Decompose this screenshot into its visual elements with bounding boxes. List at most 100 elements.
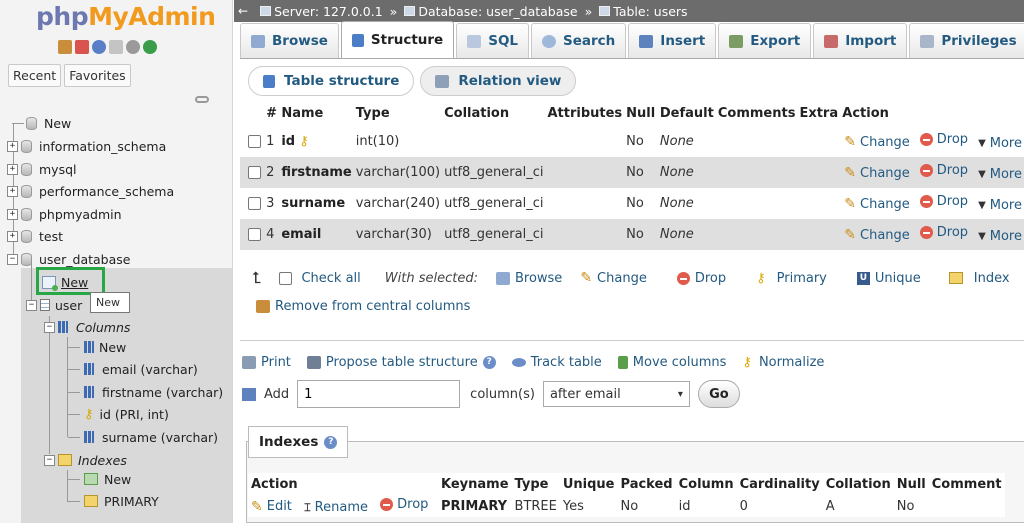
tab-search[interactable]: Search: [531, 23, 627, 58]
table-row: 3 surname varchar(240) utf8_general_ci No Non…: [240, 188, 1024, 219]
track-table-button[interactable]: Track table: [511, 355, 602, 370]
tree-indexes-folder[interactable]: − Indexes: [44, 450, 127, 470]
more-button[interactable]: ▼ More: [978, 136, 1022, 151]
drop-button[interactable]: Drop: [919, 225, 968, 240]
tab-browse[interactable]: Browse: [240, 23, 339, 58]
tree-column-surname[interactable]: surname (varchar): [68, 427, 218, 447]
go-button[interactable]: Go: [697, 380, 740, 408]
tree-db-information-schema[interactable]: + information_schema: [7, 136, 166, 156]
link-with-main-icon[interactable]: [195, 96, 209, 103]
row-checkbox[interactable]: [248, 135, 261, 148]
breadcrumb-table[interactable]: Table: users: [599, 4, 688, 19]
recent-tab[interactable]: Recent: [8, 64, 62, 87]
change-button[interactable]: ✎ Change: [844, 227, 910, 243]
expand-icon[interactable]: +: [7, 230, 18, 242]
expand-icon[interactable]: +: [7, 163, 18, 175]
drop-button[interactable]: Drop: [919, 163, 968, 178]
tree-table-users[interactable]: − user: [26, 295, 82, 315]
more-button[interactable]: ▼ More: [978, 198, 1022, 213]
tree-columns-folder[interactable]: − Columns: [44, 317, 130, 337]
collapse-icon[interactable]: −: [44, 321, 55, 333]
help-icon[interactable]: ?: [324, 435, 338, 449]
move-columns-button[interactable]: Move columns: [617, 355, 726, 370]
normalize-button[interactable]: ⚷ Normalize: [742, 355, 824, 370]
tree-db-phpmyadmin[interactable]: + phpmyadmin: [7, 204, 122, 224]
change-button[interactable]: ✎ Change: [844, 165, 910, 181]
breadcrumb-server[interactable]: Server: 127.0.0.1: [260, 4, 383, 19]
check-all[interactable]: Check all: [279, 271, 361, 286]
expand-icon[interactable]: +: [7, 185, 18, 197]
breadcrumb-database[interactable]: Database: user_database: [404, 4, 578, 19]
indexes-legend[interactable]: Indexes ?: [248, 426, 349, 458]
column-name[interactable]: surname: [279, 188, 354, 219]
column-name[interactable]: email: [279, 219, 354, 250]
tab-structure[interactable]: Structure: [340, 21, 455, 58]
tab-insert[interactable]: Insert: [628, 23, 717, 58]
bulk-change-button[interactable]: ✎ Change: [580, 270, 647, 286]
change-button[interactable]: ✎ Change: [844, 196, 910, 212]
collapse-nav-icon[interactable]: ←: [238, 4, 248, 18]
help-icon[interactable]: [92, 40, 106, 54]
bulk-unique-button[interactable]: U Unique: [856, 271, 921, 286]
column-count-input[interactable]: [297, 380, 461, 408]
collapse-icon[interactable]: −: [7, 253, 18, 265]
tab-export[interactable]: Export: [718, 23, 812, 58]
subtab-relation-view[interactable]: Relation view: [420, 66, 577, 96]
reload-icon[interactable]: [143, 40, 157, 54]
column-name[interactable]: id ⚷: [279, 126, 354, 157]
settings-icon[interactable]: [126, 40, 140, 54]
tab-privileges[interactable]: Privileges: [909, 23, 1024, 58]
tree-column-email[interactable]: email (varchar): [68, 359, 198, 379]
tree-column-id[interactable]: ⚷ id (PRI, int): [68, 404, 169, 424]
subtab-table-structure[interactable]: Table structure: [248, 66, 415, 96]
tree-column-firstname[interactable]: firstname (varchar): [68, 382, 223, 402]
tree-db-mysql[interactable]: + mysql: [7, 159, 77, 179]
column-name[interactable]: firstname: [279, 157, 354, 188]
help-icon[interactable]: ?: [482, 356, 496, 369]
propose-structure-button[interactable]: Propose table structure?: [306, 355, 496, 370]
expand-icon[interactable]: +: [7, 140, 18, 152]
tree-new-database[interactable]: New: [12, 113, 71, 133]
check-all-checkbox[interactable]: [279, 271, 293, 285]
drop-button[interactable]: Drop: [919, 194, 968, 209]
tab-import[interactable]: Import: [813, 23, 908, 58]
more-button[interactable]: ▼ More: [978, 229, 1022, 244]
bulk-primary-button[interactable]: ⚷ Primary: [756, 271, 827, 286]
remove-central-columns-button[interactable]: Remove from central columns: [256, 299, 470, 314]
row-checkbox[interactable]: [248, 166, 261, 179]
more-button[interactable]: ▼ More: [978, 167, 1022, 182]
structure-icon: [351, 33, 364, 47]
change-button[interactable]: ✎ Change: [844, 134, 910, 150]
indexes-icon: [58, 454, 72, 466]
expand-icon[interactable]: +: [7, 208, 18, 220]
index-edit-button[interactable]: ✎ Edit: [251, 499, 292, 515]
collapse-icon[interactable]: −: [44, 454, 55, 466]
logout-icon[interactable]: [75, 40, 89, 54]
row-checkbox[interactable]: [248, 228, 261, 241]
docs-icon[interactable]: [109, 40, 123, 54]
index-rename-button[interactable]: ⌶ Rename: [304, 500, 368, 515]
column-position-select[interactable]: after email ▾: [542, 381, 690, 407]
new-table-highlight: [36, 267, 105, 295]
tree-index-primary[interactable]: PRIMARY: [68, 491, 159, 511]
phpmyadmin-logo[interactable]: phpMyAdmin: [36, 2, 216, 31]
tree-new-index[interactable]: New: [68, 469, 131, 489]
bulk-index-button[interactable]: Index: [948, 271, 1010, 286]
tab-sql[interactable]: SQL: [456, 23, 530, 58]
tree-db-performance-schema[interactable]: + performance_schema: [7, 181, 174, 201]
tree-new-column[interactable]: New: [68, 337, 126, 357]
tree-db-user-database[interactable]: − user_database: [7, 249, 130, 269]
import-icon: [824, 34, 839, 48]
row-checkbox[interactable]: [248, 197, 261, 210]
index-drop-button[interactable]: Drop: [380, 497, 428, 512]
favorites-tab[interactable]: Favorites: [64, 64, 131, 87]
header-name[interactable]: Name: [279, 100, 354, 126]
drop-button[interactable]: Drop: [919, 132, 968, 147]
bulk-drop-button[interactable]: Drop: [676, 271, 726, 286]
chevron-down-icon: ▾: [677, 388, 683, 400]
print-button[interactable]: Print: [242, 355, 291, 370]
tree-db-test[interactable]: + test: [7, 226, 63, 246]
home-icon[interactable]: [58, 40, 72, 54]
collapse-icon[interactable]: −: [26, 299, 37, 311]
bulk-browse-button[interactable]: Browse: [495, 271, 562, 286]
